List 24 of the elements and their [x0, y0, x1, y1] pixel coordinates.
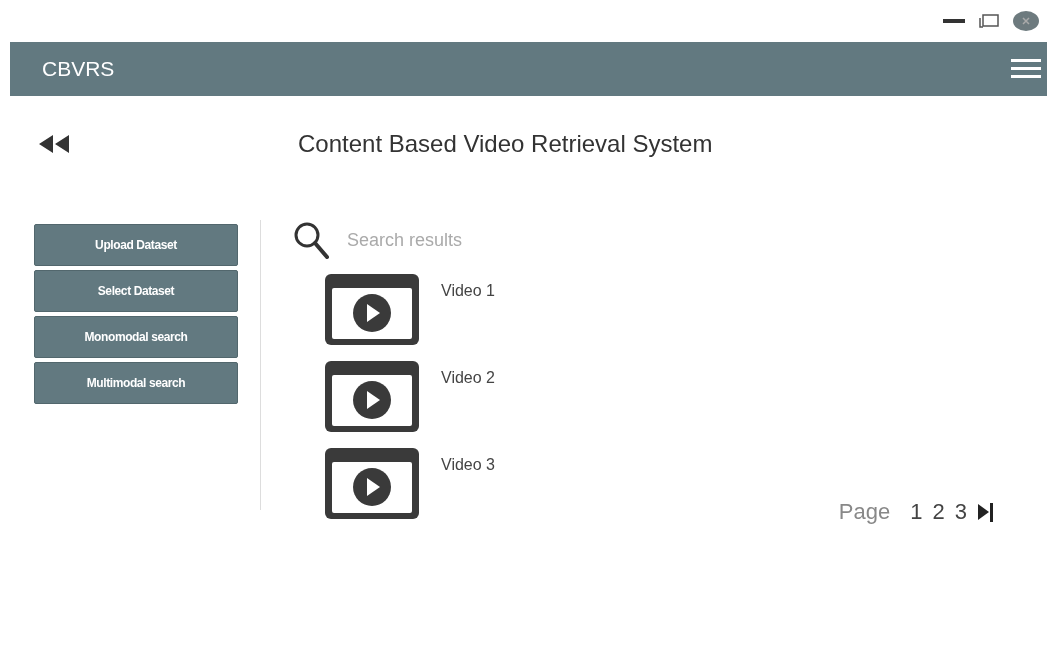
video-thumbnail-icon[interactable]	[323, 272, 421, 347]
menu-icon[interactable]	[1011, 57, 1041, 81]
sidebar-button[interactable]: Select Dataset	[34, 270, 238, 312]
video-thumbnail-icon[interactable]	[323, 446, 421, 521]
restore-icon[interactable]	[979, 14, 999, 28]
page-link[interactable]: 2	[932, 499, 945, 525]
sidebar-button[interactable]: Multimodal search	[34, 362, 238, 404]
close-icon[interactable]	[1013, 11, 1039, 31]
sidebar-button[interactable]: Monomodal search	[34, 316, 238, 358]
video-thumbnail-icon[interactable]	[323, 359, 421, 434]
page-label: Page	[838, 499, 891, 525]
page-title: Content Based Video Retrieval System	[298, 130, 713, 158]
page-link[interactable]: 1	[910, 499, 923, 525]
sidebar-button[interactable]: Upload Dataset	[34, 224, 238, 266]
video-title[interactable]: Video 3	[441, 456, 495, 474]
app-title: CBVRS	[42, 57, 115, 81]
last-page-icon[interactable]	[977, 501, 995, 523]
search-field[interactable]: Search results	[345, 228, 649, 252]
search-icon[interactable]	[293, 221, 329, 259]
rewind-icon[interactable]	[38, 134, 70, 154]
video-title[interactable]: Video 2	[441, 369, 495, 387]
page-link[interactable]: 3	[954, 499, 967, 525]
minimize-icon[interactable]	[943, 18, 965, 24]
video-title[interactable]: Video 1	[441, 282, 495, 300]
